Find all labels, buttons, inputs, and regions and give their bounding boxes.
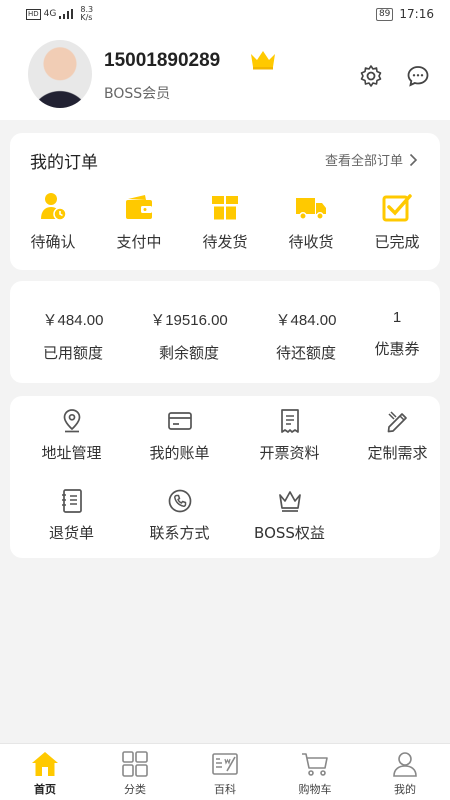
order-status-label: 已完成 (374, 233, 420, 251)
chevron-right-icon (409, 153, 418, 166)
wallet-icon (126, 195, 152, 219)
tab-label: 分类 (124, 783, 146, 796)
tab-category[interactable]: 分类 (90, 744, 180, 800)
net-speed-unit: K/s (80, 13, 93, 22)
tool-return-orders[interactable]: 退货单 (18, 488, 125, 543)
crown-icon (278, 491, 301, 512)
battery-indicator: 89 (375, 7, 394, 21)
order-status-paying[interactable]: 支付中 (96, 191, 182, 252)
credit-label: 已用额度 (42, 344, 103, 362)
truck-icon (296, 198, 326, 220)
order-status-completed[interactable]: 已完成 (354, 191, 440, 252)
home-icon (32, 752, 58, 776)
member-level: BOSS会员 (104, 86, 171, 102)
card-icon (167, 412, 192, 430)
order-status-label: 待收货 (288, 233, 334, 251)
view-all-orders-link[interactable]: 查看全部订单 (325, 150, 418, 169)
hd-indicator: HD (26, 8, 41, 20)
order-status-label: 待确认 (30, 233, 76, 251)
tool-label: 定制需求 (367, 444, 428, 462)
orders-card: 我的订单 查看全部订单 待确认 支付中 待发货 待收货 已完成 (10, 133, 440, 270)
coupons[interactable]: 1 优惠券 (362, 309, 432, 359)
status-left: HD 4G 8.3 K/s (26, 6, 93, 22)
order-status-awaiting-receipt[interactable]: 待收货 (268, 191, 354, 252)
credit-value: 1 (392, 309, 402, 326)
message-icon[interactable] (406, 64, 430, 88)
tab-cart[interactable]: 购物车 (270, 744, 360, 800)
credit-label: 剩余额度 (158, 344, 219, 362)
credit-card: ￥484.00 已用额度 ￥19516.00 剩余额度 ￥484.00 待还额度… (10, 281, 440, 383)
status-bar: HD 4G 8.3 K/s 89 17:16 (0, 0, 450, 28)
avatar[interactable] (28, 40, 92, 108)
credit-label: 待还额度 (275, 344, 336, 362)
tool-boss-benefits[interactable]: BOSS权益 (236, 488, 343, 543)
order-status-label: 待发货 (202, 233, 248, 251)
signal-icon (59, 9, 74, 19)
tab-label: 首页 (34, 783, 56, 796)
credit-value: ￥484.00 (275, 312, 337, 329)
status-right: 89 17:16 (375, 7, 434, 21)
cart-icon (302, 753, 328, 776)
credit-used[interactable]: ￥484.00 已用额度 (28, 309, 118, 363)
tool-label: 我的账单 (149, 444, 210, 462)
tool-address-management[interactable]: 地址管理 (18, 408, 125, 463)
notebook-icon (61, 489, 82, 513)
network-indicator: 4G (43, 9, 57, 19)
tool-invoice-info[interactable]: 开票资料 (236, 408, 343, 463)
view-all-orders-label: 查看全部订单 (324, 154, 403, 169)
user-phone: 15001890289 (104, 50, 221, 71)
tool-contact-info[interactable]: 联系方式 (126, 488, 233, 543)
settings-icon[interactable] (359, 64, 383, 88)
location-pin-icon (63, 409, 80, 433)
tab-encyclopedia[interactable]: 百科 (180, 744, 270, 800)
gift-box-icon (212, 196, 238, 220)
tool-label: 地址管理 (41, 444, 102, 462)
credit-remaining[interactable]: ￥19516.00 剩余额度 (134, 309, 244, 363)
pencil-ruler-icon (387, 411, 407, 433)
clock: 17:16 (399, 7, 434, 21)
user-clock-icon (41, 193, 67, 221)
check-square-icon (382, 194, 412, 222)
credit-to-repay[interactable]: ￥484.00 待还额度 (256, 309, 356, 363)
tool-my-bills[interactable]: 我的账单 (126, 408, 233, 463)
net-speed: 8.3 K/s (80, 6, 93, 22)
tab-home[interactable]: 首页 (0, 744, 90, 800)
credit-value: ￥484.00 (42, 312, 104, 329)
tool-custom-requests[interactable]: 定制需求 (344, 408, 450, 463)
tab-label: 百科 (214, 783, 236, 796)
encyclopedia-icon (212, 753, 238, 775)
orders-title: 我的订单 (30, 153, 98, 173)
tool-label: BOSS权益 (254, 524, 325, 542)
tab-mine[interactable]: 我的 (360, 744, 450, 800)
tool-label: 退货单 (48, 524, 94, 542)
profile-icon (393, 752, 417, 777)
tab-label: 购物车 (298, 783, 332, 796)
bottom-tab-bar: 首页 分类 百科 购物车 我的 (0, 743, 450, 800)
order-status-label: 支付中 (116, 233, 162, 251)
tab-label: 我的 (394, 783, 416, 796)
category-icon (122, 751, 148, 777)
tool-label: 开票资料 (259, 444, 320, 462)
order-status-pending-confirm[interactable]: 待确认 (10, 191, 96, 252)
tool-label: 联系方式 (149, 524, 210, 542)
phone-circle-icon (168, 489, 191, 513)
order-status-awaiting-shipment[interactable]: 待发货 (182, 191, 268, 252)
credit-value: ￥19516.00 (150, 312, 228, 329)
profile-header: 15001890289 BOSS会员 (0, 28, 450, 120)
order-status-row: 待确认 支付中 待发货 待收货 已完成 (10, 191, 440, 252)
credit-label: 优惠券 (374, 340, 420, 358)
vip-crown-icon (251, 51, 275, 70)
invoice-icon (280, 409, 299, 433)
tools-card: 地址管理 我的账单 开票资料 定制需求 退货单 联系方式 BOSS权益 (10, 396, 440, 558)
